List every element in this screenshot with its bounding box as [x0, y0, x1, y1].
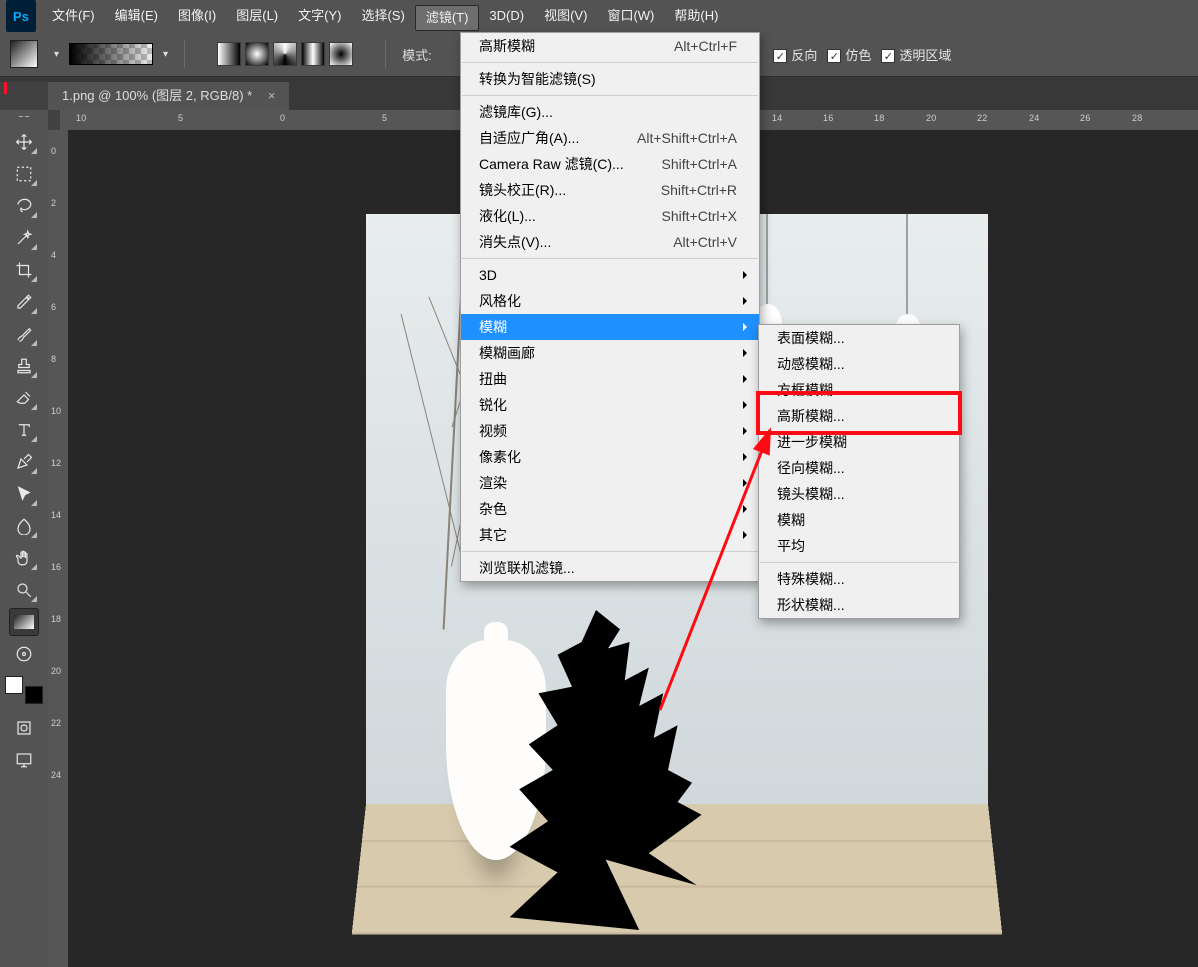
filter-noise[interactable]: 杂色 [461, 496, 759, 522]
checkbox-icon[interactable] [827, 49, 841, 63]
blur-special[interactable]: 特殊模糊... [759, 566, 959, 592]
gradient-type-group [217, 42, 353, 66]
blur-blur[interactable]: 模糊 [759, 507, 959, 533]
filter-lens-correct[interactable]: 镜头校正(R)...Shift+Ctrl+R [461, 177, 759, 203]
filter-3d[interactable]: 3D [461, 262, 759, 288]
background-swatch[interactable] [25, 686, 43, 704]
filter-pixelate[interactable]: 像素化 [461, 444, 759, 470]
zoom-tool[interactable] [9, 576, 39, 604]
filter-video[interactable]: 视频 [461, 418, 759, 444]
menu-3d[interactable]: 3D(D) [479, 0, 534, 32]
gradient-linear-icon[interactable] [217, 42, 241, 66]
gradient-bar-tool[interactable] [9, 608, 39, 636]
menu-filter[interactable]: 滤镜(T) [415, 5, 480, 31]
gradient-preview[interactable] [69, 43, 153, 65]
menu-type[interactable]: 文字(Y) [288, 0, 351, 32]
ruler-vertical: 0 2 4 6 8 10 12 14 16 18 20 22 24 [48, 130, 68, 967]
stamp-tool[interactable] [9, 352, 39, 380]
blur-submenu[interactable]: 表面模糊... 动感模糊... 方框模糊... 高斯模糊... 进一步模糊 径向… [758, 324, 960, 619]
type-tool[interactable] [9, 416, 39, 444]
eraser-tool[interactable] [9, 384, 39, 412]
filter-sharpen[interactable]: 锐化 [461, 392, 759, 418]
blur-motion[interactable]: 动感模糊... [759, 351, 959, 377]
foreground-swatch[interactable] [5, 676, 23, 694]
move-tool[interactable] [9, 128, 39, 156]
blur-radial[interactable]: 径向模糊... [759, 455, 959, 481]
filter-liquify[interactable]: 液化(L)...Shift+Ctrl+X [461, 203, 759, 229]
filter-distort[interactable]: 扭曲 [461, 366, 759, 392]
menu-image[interactable]: 图像(I) [168, 0, 226, 32]
filter-smart[interactable]: 转换为智能滤镜(S) [461, 66, 759, 92]
ps-logo: Ps [6, 0, 36, 32]
marquee-tool[interactable] [9, 160, 39, 188]
separator [184, 40, 185, 68]
opt-transparent[interactable]: 透明区域 [881, 45, 951, 64]
filter-blur[interactable]: 模糊 [461, 314, 759, 340]
opt-dither[interactable]: 仿色 [827, 45, 871, 64]
menubar: Ps 文件(F) 编辑(E) 图像(I) 图层(L) 文字(Y) 选择(S) 滤… [0, 0, 1198, 32]
separator [462, 551, 758, 552]
magic-wand-tool[interactable] [9, 224, 39, 252]
hand-tool[interactable] [9, 544, 39, 572]
separator [462, 258, 758, 259]
blur-surface[interactable]: 表面模糊... [759, 325, 959, 351]
path-select-tool[interactable] [9, 480, 39, 508]
filter-camera-raw[interactable]: Camera Raw 滤镜(C)...Shift+Ctrl+A [461, 151, 759, 177]
separator [462, 62, 758, 63]
filter-gallery[interactable]: 滤镜库(G)... [461, 99, 759, 125]
separator [462, 95, 758, 96]
separator [760, 562, 958, 563]
menu-layer[interactable]: 图层(L) [226, 0, 288, 32]
menu-edit[interactable]: 编辑(E) [105, 0, 168, 32]
close-icon[interactable]: × [268, 88, 276, 103]
blur-shape[interactable]: 形状模糊... [759, 592, 959, 618]
screenmode-tool[interactable] [9, 746, 39, 774]
shape-tool[interactable] [9, 512, 39, 540]
filter-browse-online[interactable]: 浏览联机滤镜... [461, 555, 759, 581]
gradient-angle-icon[interactable] [273, 42, 297, 66]
mode-dd[interactable] [442, 47, 454, 62]
menu-select[interactable]: 选择(S) [351, 0, 414, 32]
panel-indicator [4, 82, 7, 94]
gradient-reflected-icon[interactable] [301, 42, 325, 66]
filter-adaptive-wide[interactable]: 自适应广角(A)...Alt+Shift+Ctrl+A [461, 125, 759, 151]
eyedropper-tool[interactable] [9, 288, 39, 316]
quickmask-tool[interactable] [9, 714, 39, 742]
edit-3d-tool[interactable] [9, 640, 39, 668]
menu-window[interactable]: 窗口(W) [597, 0, 664, 32]
fg-bg-swatches[interactable] [5, 676, 43, 712]
document-tab[interactable]: 1.png @ 100% (图层 2, RGB/8) * × [48, 82, 289, 110]
blur-lens[interactable]: 镜头模糊... [759, 481, 959, 507]
lasso-tool[interactable] [9, 192, 39, 220]
separator [385, 40, 386, 68]
menu-help[interactable]: 帮助(H) [664, 0, 728, 32]
gradient-diamond-icon[interactable] [329, 42, 353, 66]
mode-label: 模式: [402, 45, 432, 64]
filter-last[interactable]: 高斯模糊Alt+Ctrl+F [461, 33, 759, 59]
filter-vanishing[interactable]: 消失点(V)...Alt+Ctrl+V [461, 229, 759, 255]
menu-file[interactable]: 文件(F) [42, 0, 105, 32]
toolbox [0, 110, 48, 967]
filter-menu[interactable]: 高斯模糊Alt+Ctrl+F 转换为智能滤镜(S) 滤镜库(G)... 自适应广… [460, 32, 760, 582]
gradient-radial-icon[interactable] [245, 42, 269, 66]
filter-render[interactable]: 渲染 [461, 470, 759, 496]
annotation-highlight-box [756, 391, 962, 435]
blur-average[interactable]: 平均 [759, 533, 959, 559]
filter-other[interactable]: 其它 [461, 522, 759, 548]
gradient-dd[interactable]: ▾ [163, 49, 168, 60]
crop-tool[interactable] [9, 256, 39, 284]
filter-blur-gallery[interactable]: 模糊画廊 [461, 340, 759, 366]
tool-preset-dd[interactable]: ▾ [54, 49, 59, 60]
current-tool-icon[interactable] [10, 40, 38, 68]
brush-tool[interactable] [9, 320, 39, 348]
pen-tool[interactable] [9, 448, 39, 476]
checkbox-icon[interactable] [773, 49, 787, 63]
menu-view[interactable]: 视图(V) [534, 0, 597, 32]
document-title: 1.png @ 100% (图层 2, RGB/8) * [62, 88, 252, 103]
opt-reverse[interactable]: 反向 [773, 45, 817, 64]
checkbox-icon[interactable] [881, 49, 895, 63]
filter-stylize[interactable]: 风格化 [461, 288, 759, 314]
